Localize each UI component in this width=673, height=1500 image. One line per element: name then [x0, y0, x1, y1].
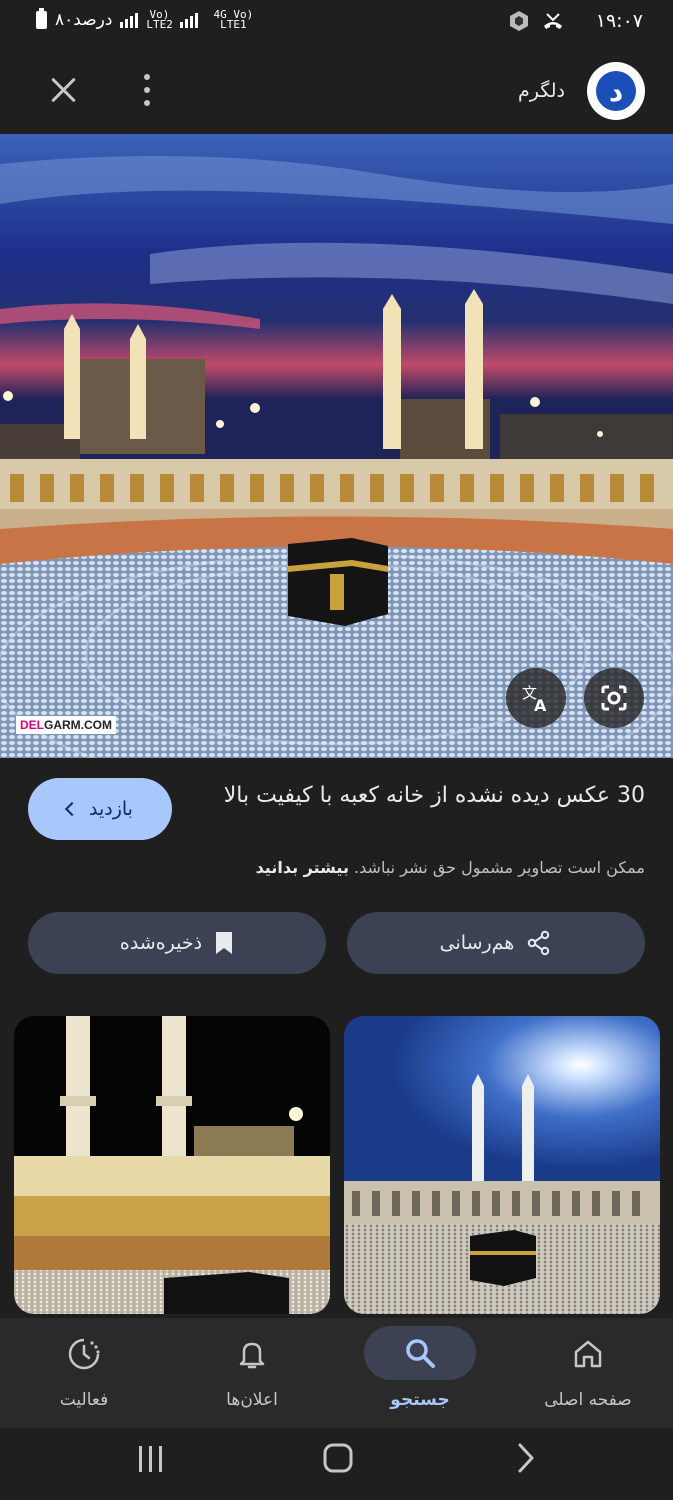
signal-icon: [120, 12, 139, 28]
home-icon: [574, 1340, 602, 1368]
share-icon: [528, 930, 550, 956]
visit-button-label: بازدید: [89, 798, 133, 820]
related-image-1[interactable]: [344, 1016, 660, 1314]
activity-icon: [68, 1338, 100, 1370]
close-button[interactable]: [44, 72, 82, 110]
site-name[interactable]: دلگرم: [518, 80, 565, 102]
home-button-icon[interactable]: [322, 1442, 354, 1474]
network-label-2: 4G Vo) LTE1: [213, 8, 254, 31]
shield-icon: [510, 11, 528, 31]
share-button[interactable]: هم‌رسانی: [347, 912, 645, 974]
nav-notifications[interactable]: اعلان‌ها: [168, 1318, 336, 1428]
nav-search[interactable]: جستجو: [336, 1318, 504, 1428]
status-bar: ۸۰درصد Vo) LTE2 4G Vo) LTE1 ۱۹:۰۷: [0, 0, 673, 44]
more-options-icon[interactable]: [140, 70, 154, 110]
kaaba-thumbnail-1: [344, 1016, 660, 1314]
share-button-label: هم‌رسانی: [439, 932, 515, 954]
learn-more-link[interactable]: بیشتر بدانید: [256, 858, 349, 877]
network-label-1: Vo) LTE2: [146, 8, 173, 31]
bell-icon: [239, 1342, 265, 1369]
nav-search-label: جستجو: [390, 1390, 450, 1410]
status-icons: [507, 9, 565, 33]
translate-icon: 文 A: [522, 684, 547, 715]
save-button[interactable]: ذخیره‌شده: [28, 912, 326, 974]
nav-home-label: صفحه اصلی: [544, 1390, 632, 1410]
system-navigation-bar: [0, 1428, 673, 1500]
image-title[interactable]: 30 عکس دیده نشده از خانه کعبه با کیفیت ب…: [205, 778, 645, 814]
kaaba-thumbnail-2: [14, 1016, 330, 1314]
kaaba-image: [0, 134, 673, 758]
status-left: ۸۰درصد Vo) LTE2 4G Vo) LTE1: [36, 8, 260, 31]
copyright-notice: ممکن است تصاویر مشمول حق نشر نباشد. بیشت…: [255, 858, 645, 877]
nav-home[interactable]: صفحه اصلی: [504, 1318, 672, 1428]
nav-notifications-label: اعلان‌ها: [226, 1390, 278, 1410]
svg-text:A: A: [534, 696, 547, 715]
signal-icon-2: [180, 12, 199, 28]
back-icon[interactable]: [514, 1442, 538, 1474]
nav-activity[interactable]: فعالیت: [0, 1318, 168, 1428]
viewer-header: دلگرم د: [0, 44, 673, 134]
chevron-left-icon: [64, 801, 80, 817]
clock: ۱۹:۰۷: [595, 10, 643, 32]
lens-icon: [601, 685, 627, 711]
translate-button[interactable]: 文 A: [506, 668, 566, 728]
missed-call-icon: [544, 13, 562, 29]
bottom-navigation: صفحه اصلی جستجو اعلان‌ها فعالیت: [0, 1318, 673, 1428]
battery-percent: ۸۰درصد: [55, 10, 113, 30]
main-image[interactable]: DELGARM.COM 文 A: [0, 134, 673, 758]
recent-apps-icon[interactable]: [136, 1444, 166, 1474]
watermark: DELGARM.COM: [16, 716, 116, 734]
save-button-label: ذخیره‌شده: [119, 932, 203, 954]
lens-button[interactable]: [584, 668, 644, 728]
site-logo-letter: د: [596, 71, 636, 111]
nav-activity-label: فعالیت: [59, 1390, 109, 1410]
search-icon: [406, 1339, 435, 1368]
bookmark-icon: [216, 932, 233, 954]
visit-button[interactable]: بازدید: [28, 778, 172, 840]
related-image-2[interactable]: [14, 1016, 330, 1314]
battery-icon: [36, 8, 47, 29]
site-logo[interactable]: د: [587, 62, 645, 120]
